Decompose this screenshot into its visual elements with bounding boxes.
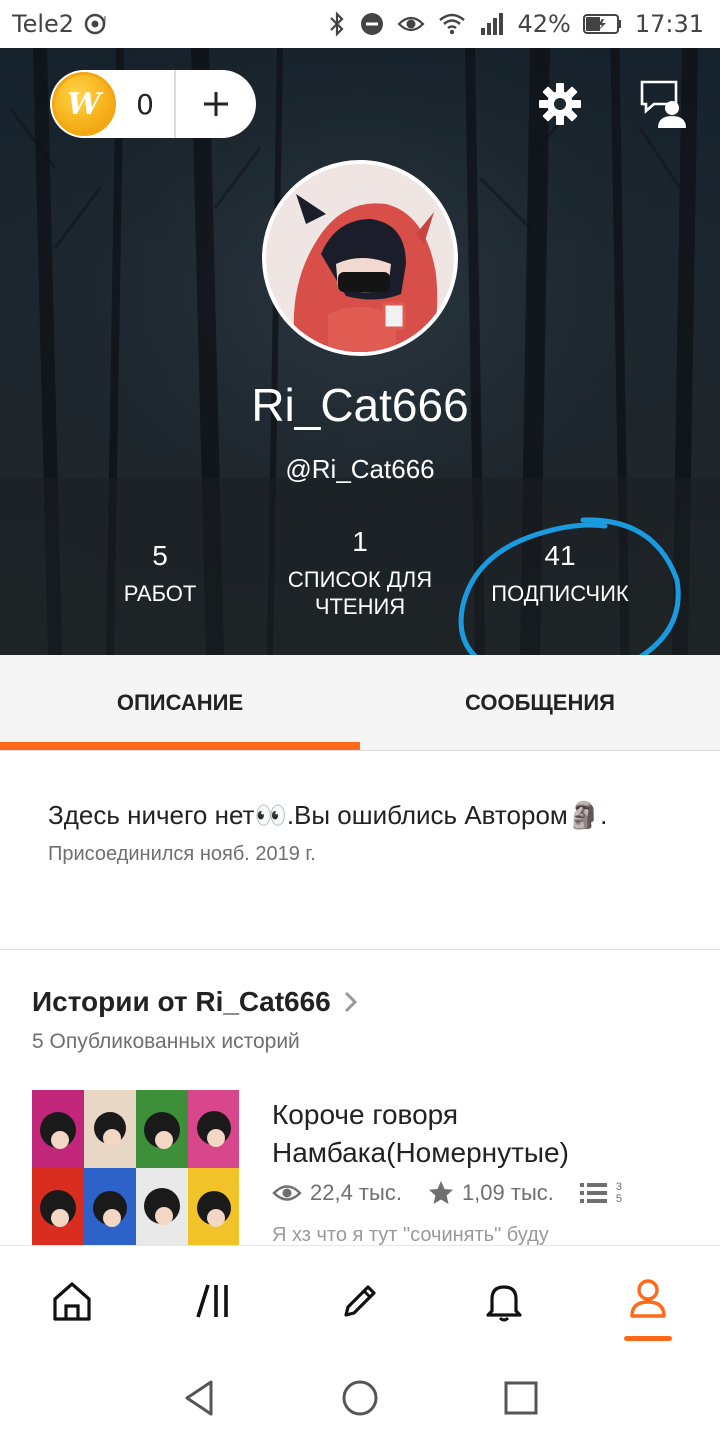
home-icon xyxy=(53,1281,91,1321)
bell-icon xyxy=(486,1284,522,1321)
story-stats: 22,4 тыс. 1,09 тыс. 3 5 xyxy=(272,1180,626,1206)
status-bar: Tele2 ! 42% 17:31 xyxy=(0,0,720,48)
plus-icon xyxy=(204,92,228,116)
recents-square-icon[interactable] xyxy=(503,1380,539,1416)
tab-description[interactable]: ОПИСАНИЕ xyxy=(0,655,360,750)
votes-star-icon xyxy=(428,1181,453,1204)
signal-icon xyxy=(479,11,505,37)
stat-works-label: РАБОТ xyxy=(123,581,197,606)
parts-list-icon xyxy=(579,1183,607,1203)
stat-reading-lists-label: СПИСОК ДЛЯ ЧТЕНИЯ xyxy=(287,567,433,619)
views-eye-icon xyxy=(272,1185,302,1201)
story-description: Я хз что я тут "сочинять" буду xyxy=(272,1224,549,1246)
username-handle: @Ri_Cat666 xyxy=(285,454,435,484)
chevron-right-icon xyxy=(344,991,357,1013)
story-cover-image xyxy=(32,1090,239,1246)
section-divider xyxy=(0,949,720,950)
tab-messages[interactable]: СООБЩЕНИЯ xyxy=(360,655,720,750)
battery-icon xyxy=(582,13,623,35)
hand-drawn-circle-annotation xyxy=(458,517,681,655)
eye-icon xyxy=(397,12,426,36)
stories-header-link[interactable]: Истории от Ri_Cat666 xyxy=(32,986,359,1018)
about-text: Здесь ничего нет👀.Вы ошиблись Автором🗿. xyxy=(48,800,608,830)
joined-date: Присоединился нояб. 2019 г. xyxy=(48,843,316,865)
nav-write[interactable] xyxy=(288,1246,432,1355)
bluetooth-icon xyxy=(327,11,347,37)
display-name: Ri_Cat666 xyxy=(251,379,469,431)
clock: 17:31 xyxy=(634,10,704,38)
chat-user-icon xyxy=(640,80,686,128)
nav-notifications[interactable] xyxy=(432,1246,576,1355)
story-cover[interactable] xyxy=(32,1090,239,1246)
stat-reading-lists-value: 1 xyxy=(352,526,368,557)
nav-profile[interactable] xyxy=(576,1246,720,1355)
stat-reading-lists[interactable]: 1 СПИСОК ДЛЯ ЧТЕНИЯ xyxy=(275,526,445,620)
avatar-image xyxy=(266,164,454,352)
coin-icon: W xyxy=(52,72,116,136)
stories-title: Истории от Ri_Cat666 xyxy=(32,986,331,1017)
stat-works[interactable]: 5 РАБОТ xyxy=(100,540,220,607)
wifi-icon xyxy=(437,11,467,37)
profile-header: W 0 Ri_Cat666 @Ri_Cat666 5 РАБОТ 1 СПИСО… xyxy=(0,48,720,655)
carrier-label: Tele2 xyxy=(12,10,75,38)
about-section: Здесь ничего нет👀.Вы ошиблись Автором🗿. … xyxy=(48,800,688,866)
nav-home[interactable] xyxy=(0,1246,144,1355)
conversation-button[interactable] xyxy=(638,78,690,130)
dnd-icon xyxy=(359,11,385,37)
story-views: 22,4 тыс. xyxy=(310,1180,402,1205)
bottom-navigation xyxy=(0,1245,720,1355)
stories-count: 5 Опубликованных историй xyxy=(32,1030,300,1053)
system-navigation xyxy=(0,1355,720,1440)
gear-icon xyxy=(539,83,581,125)
svg-text:!: ! xyxy=(103,15,107,26)
coin-balance-pill[interactable]: W 0 xyxy=(50,70,256,138)
profile-tabs: ОПИСАНИЕ СООБЩЕНИЯ xyxy=(0,655,720,751)
avatar[interactable] xyxy=(262,160,458,356)
story-title[interactable]: Короче говоря Намбака(Номернутые) xyxy=(272,1096,692,1172)
write-pencil-icon xyxy=(344,1284,376,1317)
profile-icon xyxy=(630,1278,666,1318)
settings-button[interactable] xyxy=(538,82,582,126)
stat-works-value: 5 xyxy=(152,540,168,571)
story-parts: 3 5 xyxy=(615,1181,622,1205)
story-votes: 1,09 тыс. xyxy=(461,1180,554,1205)
home-circle-icon[interactable] xyxy=(340,1378,380,1418)
cast-icon: ! xyxy=(82,11,108,37)
add-coins-button[interactable] xyxy=(176,90,256,118)
library-icon xyxy=(196,1283,228,1318)
back-triangle-icon[interactable] xyxy=(181,1378,217,1418)
nav-library[interactable] xyxy=(144,1246,288,1355)
battery-percent: 42% xyxy=(517,10,571,38)
coin-count: 0 xyxy=(136,87,154,121)
